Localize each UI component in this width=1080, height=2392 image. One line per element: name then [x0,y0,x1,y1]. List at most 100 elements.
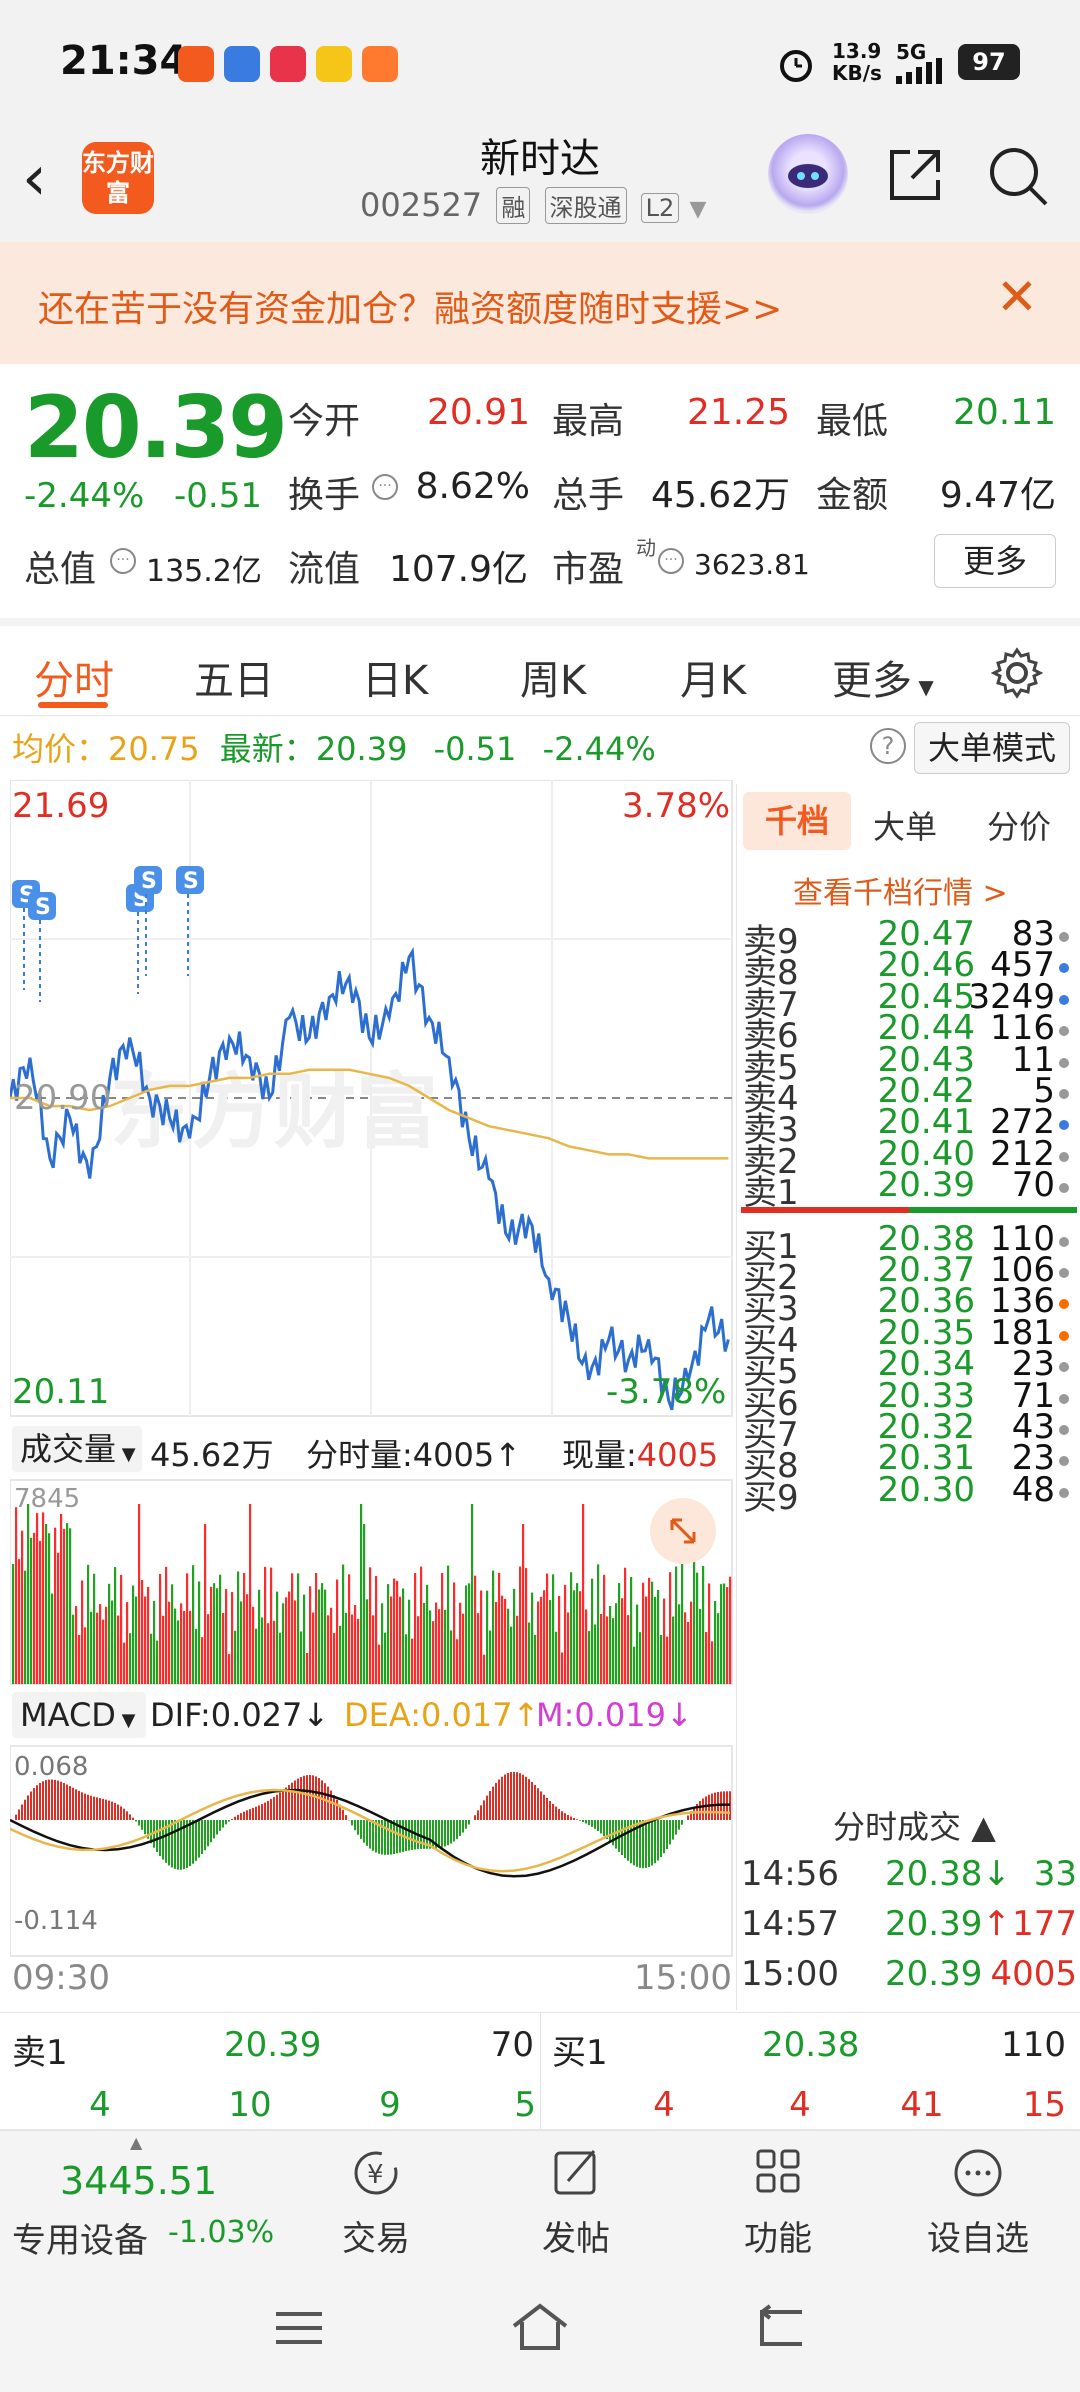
volume-bar [189,1610,192,1684]
volume-bar [15,1507,18,1684]
volume-bar [441,1572,444,1684]
caret-up-icon: ▲ [130,2133,143,2152]
macd-bar [510,1772,512,1820]
back-nav-icon[interactable] [752,2304,808,2350]
macd-bar [660,1820,662,1858]
macd-bar [285,1787,287,1820]
home-icon[interactable] [510,2302,570,2352]
volume-bar [684,1612,687,1684]
volume-bar [24,1570,27,1684]
macd-dea: DEA:0.017↑ [344,1696,540,1734]
volume-bar [333,1632,336,1684]
macd-bar [336,1799,338,1820]
macd-bar [228,1820,230,1822]
tab-5day[interactable]: 五日 [194,648,274,706]
tab-daily-k[interactable]: 日K [362,648,428,706]
sell1-label: 卖1 [12,2033,68,2073]
volume-bar [57,1552,60,1684]
macd-bar [108,1800,110,1820]
view-depth-link[interactable]: 查看千档行情 > [793,868,1008,912]
tab-big-orders[interactable]: 大单 [873,802,937,848]
tab-monthly-k[interactable]: 月K [680,648,746,706]
big-order-mode-button[interactable]: 大单模式 [914,722,1070,774]
search-icon[interactable] [986,144,1050,208]
tab-price-dist[interactable]: 分价 [987,802,1051,848]
intraday-chart[interactable]: 东方财富 SSSSS 21.69 3.78% 20.90 20.11 -3.78… [8,779,734,2000]
macd-bar [663,1820,665,1854]
volume-bar [543,1590,546,1684]
macd-bar [201,1820,203,1855]
stock-code-row[interactable]: 002527 融 深股通 L2 ▼ [360,186,706,224]
expand-icon[interactable] [650,1498,716,1564]
tab-more[interactable]: 更多 ▼ [832,648,934,706]
volume-bar [234,1630,237,1684]
info-icon[interactable]: ··· [372,474,398,500]
macd-bar [138,1820,140,1826]
y-low-label: 20.11 [12,1372,110,1412]
more-button[interactable]: 更多 [934,534,1056,588]
y-high-label: 21.69 [12,786,110,826]
macd-bar [459,1820,461,1836]
macd-bar [18,1809,20,1820]
minute-volume: 分时量:4005↑ [306,1436,522,1474]
share-icon[interactable] [884,144,946,206]
nav-functions[interactable]: 功能 [698,2145,858,2260]
current-volume: 现量:4005 [562,1436,719,1474]
volume-bar [432,1621,435,1684]
volume-bar [99,1604,102,1684]
tab-weekly-k[interactable]: 周K [520,648,586,706]
volume-bar [705,1632,708,1684]
macd-low-label: -0.114 [14,1906,98,1936]
sell1-volume: 70 [490,2025,534,2065]
menu-icon[interactable] [274,2308,324,2348]
buy-queue-item: 15 [1022,2085,1066,2125]
volume-bar [309,1586,312,1684]
nav-trade[interactable]: ¥ 交易 [296,2145,456,2260]
promo-text[interactable]: 还在苦于没有资金加仓？融资额度随时支援>> [38,280,782,332]
macd-bar [555,1806,557,1820]
info-icon[interactable]: ··· [658,548,684,574]
nav-post[interactable]: 发帖 [496,2145,656,2260]
volume-bar [252,1606,255,1684]
promo-banner[interactable]: 还在苦于没有资金加仓？融资额度随时支援>> ✕ [0,242,1080,364]
volume-bar [327,1615,330,1684]
volume-bar [264,1566,267,1684]
macd-indicator-select[interactable]: MACD ▼ [12,1692,146,1738]
help-icon[interactable]: ? [870,728,906,764]
info-icon[interactable]: ··· [110,548,136,574]
low-value: 20.11 [952,392,1056,433]
volume-bar [555,1631,558,1684]
gear-icon[interactable] [990,646,1044,700]
order-dot-icon [1059,1330,1069,1341]
volume-bar [111,1600,114,1684]
amount-label: 金额 [816,475,889,516]
volume-bar [348,1574,351,1684]
volume-bar [246,1594,249,1684]
nav-add-watchlist[interactable]: 设自选 [898,2145,1058,2260]
trades-title[interactable]: 分时成交 ▲ [833,1802,996,1848]
volume-bar [207,1614,210,1684]
macd-bar [60,1781,62,1820]
macd-bar [576,1819,578,1820]
volume-bar [306,1653,309,1684]
macd-bar [144,1820,146,1835]
volume-bar [498,1572,501,1684]
change-pct: -2.44% [24,476,145,516]
tag-margin: 融 [496,187,531,224]
volume-bar [12,1564,15,1684]
assistant-robot-icon[interactable] [768,134,848,214]
bid-row[interactable]: 买9 20.30 48 [737,1470,1080,1518]
volume-indicator-select[interactable]: 成交量 ▼ [12,1426,142,1472]
tab-depth[interactable]: 千档 [743,792,851,850]
close-icon[interactable]: ✕ [996,268,1038,326]
volume-bar [477,1613,480,1684]
volume-bar [147,1586,150,1684]
sector-index-widget[interactable]: ▲ 3445.51 专用设备 -1.03% [0,2131,290,2265]
macd-bar [327,1786,329,1820]
macd-bar [681,1820,683,1825]
volume-bar [444,1609,447,1684]
last-pct: -2.44% [542,730,656,768]
tab-intraday[interactable]: 分时 [34,648,114,706]
back-icon[interactable]: ‹ [22,147,72,209]
macd-bar [135,1820,137,1822]
